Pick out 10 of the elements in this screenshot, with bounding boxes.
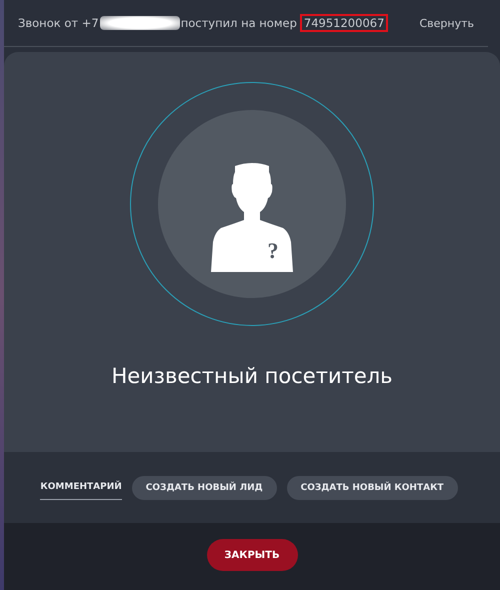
- action-tab[interactable]: СОЗДАТЬ НОВЫЙ КОНТАКТ: [286, 476, 458, 500]
- phone-number: 74951200067: [300, 14, 388, 32]
- call-text: поступил на номер: [180, 16, 297, 30]
- visitor-name: Неизвестный посетитель: [111, 364, 393, 388]
- close-button[interactable]: ЗАКРЫТЬ: [206, 539, 298, 571]
- action-tab[interactable]: СОЗДАТЬ НОВЫЙ ЛИД: [132, 476, 277, 500]
- question-mark: ?: [268, 238, 278, 263]
- collapse-link[interactable]: Свернуть: [419, 16, 474, 30]
- action-tab[interactable]: КОММЕНТАРИЙ: [40, 476, 122, 500]
- call-text: Звонок от +7: [18, 16, 99, 30]
